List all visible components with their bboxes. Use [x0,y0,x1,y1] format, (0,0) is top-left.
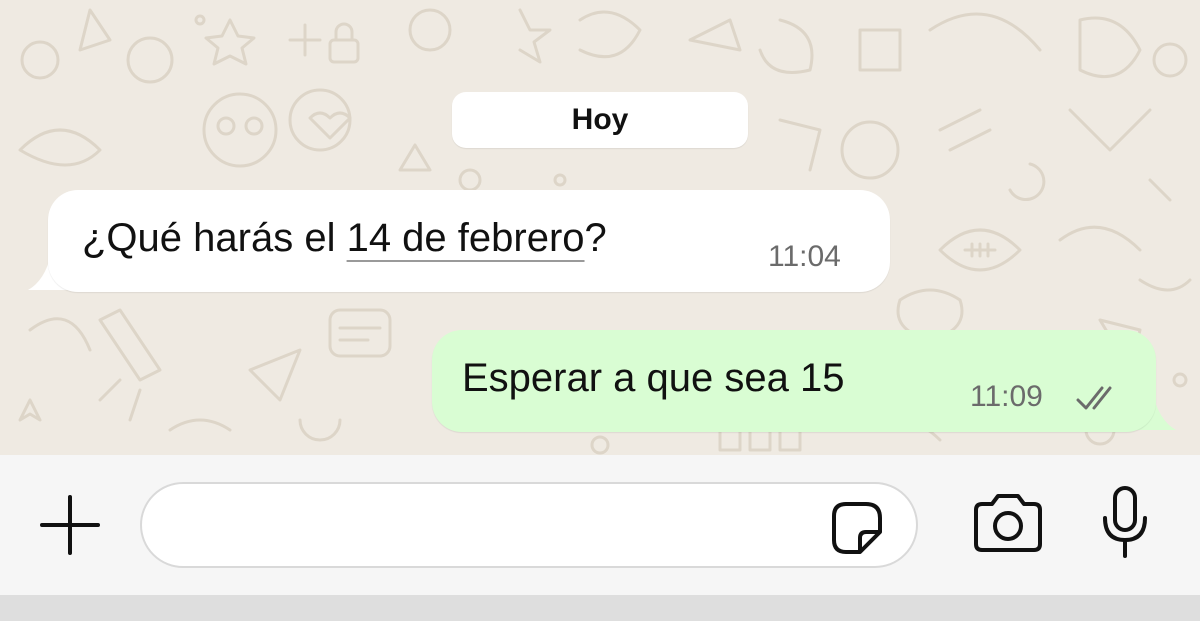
sticker-icon [832,502,882,554]
plus-icon [40,495,100,555]
message-text-part: ¿Qué harás el [82,216,347,260]
outgoing-message-text: Esperar a que sea 15 [462,356,845,400]
microphone-button[interactable] [1100,484,1150,560]
date-link[interactable]: 14 de febrero [347,216,585,260]
attach-button[interactable] [38,493,102,557]
home-indicator-bar [0,595,1200,621]
message-text-part: ? [584,216,607,260]
camera-icon [974,494,1042,552]
message-input[interactable] [140,482,918,568]
outgoing-message-time: 11:09 [970,380,1043,413]
incoming-message-text: ¿Qué harás el 14 de febrero? [82,216,607,261]
double-check-icon [1076,386,1112,410]
sticker-button[interactable] [826,498,886,558]
date-separator-today: Hoy [452,92,748,148]
camera-button[interactable] [970,490,1046,556]
microphone-icon [1103,486,1147,558]
chat-area[interactable]: Hoy ¿Qué harás el 14 de febrero? 11:04 E… [0,0,1200,455]
incoming-message-time: 11:04 [768,240,841,273]
